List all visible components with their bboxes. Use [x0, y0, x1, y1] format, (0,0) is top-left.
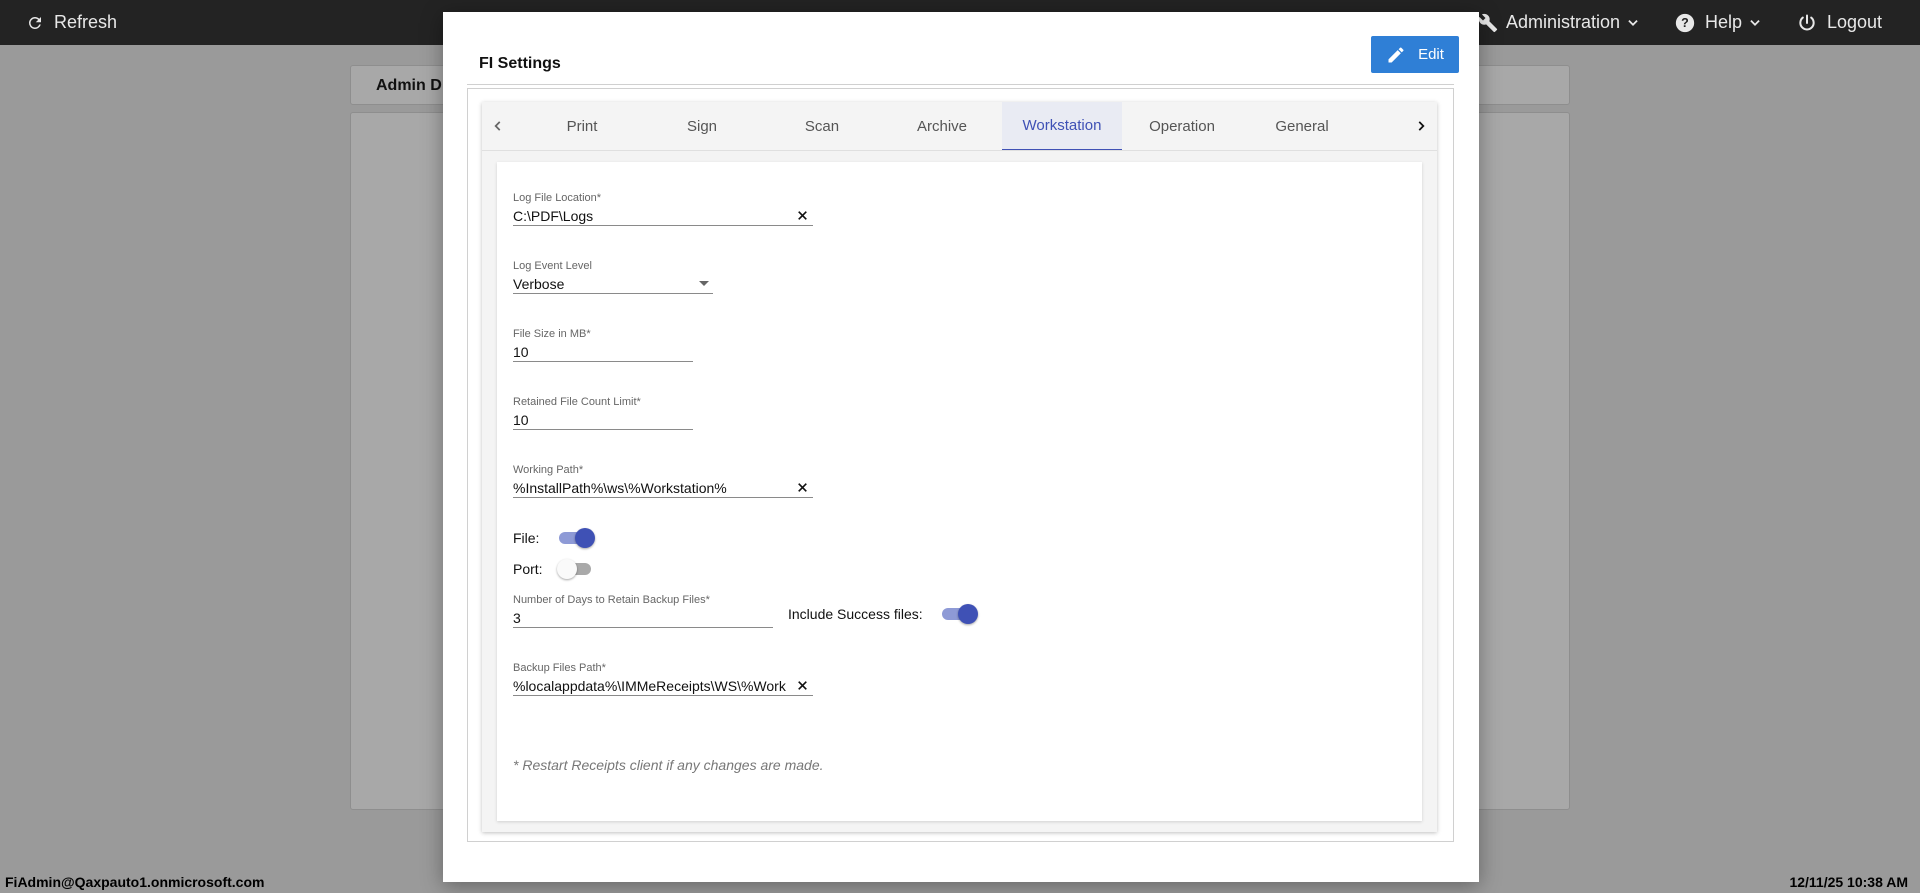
status-user: FiAdmin@Qaxpauto1.onmicrosoft.com	[5, 874, 265, 890]
switch-thumb	[958, 604, 978, 624]
field-label: Log Event Level	[513, 260, 592, 272]
administration-label: Administration	[1506, 12, 1621, 32]
refresh-button[interactable]: Refresh	[26, 0, 117, 45]
working-path-field: Working Path* %InstallPath%\ws\%Workstat…	[513, 464, 813, 498]
include-success-toggle-switch[interactable]	[940, 604, 978, 624]
field-label: Number of Days to Retain Backup Files*	[513, 594, 710, 606]
restart-note: * Restart Receipts client if any changes…	[513, 757, 824, 773]
clear-icon[interactable]	[796, 481, 809, 494]
log-event-level-field: Log Event Level Verbose	[513, 260, 713, 294]
tab-scroll-right-button[interactable]	[1405, 102, 1437, 150]
logout-label: Logout	[1827, 12, 1883, 32]
retain-days-input[interactable]: 3	[513, 608, 773, 628]
chevron-right-icon	[1418, 121, 1425, 131]
field-label: File Size in MB*	[513, 328, 591, 340]
tab-label: Sign	[686, 118, 718, 135]
retained-file-count-input[interactable]: 10	[513, 410, 693, 430]
field-label: Backup Files Path*	[513, 662, 606, 674]
logout-button[interactable]: Logout	[1797, 0, 1882, 45]
status-datetime: 12/11/25 10:38 AM	[1789, 874, 1908, 890]
settings-card: Print Sign Scan Archive Workstation Oper…	[467, 88, 1454, 842]
working-path-input[interactable]: %InstallPath%\ws\%Workstation%	[513, 478, 813, 498]
field-value: %InstallPath%\ws\%Workstation%	[513, 480, 727, 496]
tab-operation[interactable]: Operation	[1122, 102, 1242, 150]
tab-bar: Print Sign Scan Archive Workstation Oper…	[482, 102, 1437, 151]
log-file-location-field: Log File Location* C:\PDF\Logs	[513, 192, 813, 226]
field-value: %localappdata%\IMMeReceipts\WS\%Work	[513, 678, 786, 694]
field-value: 10	[513, 344, 529, 360]
tab-label: Scan	[804, 118, 840, 135]
refresh-label: Refresh	[54, 12, 118, 32]
port-toggle-switch[interactable]	[557, 559, 595, 579]
file-toggle-label: File:	[513, 530, 540, 546]
refresh-icon	[28, 16, 41, 29]
field-label: Log File Location*	[513, 192, 602, 204]
help-label: Help	[1705, 12, 1743, 32]
field-label: Working Path*	[513, 464, 584, 476]
chevron-left-icon	[494, 121, 501, 131]
file-toggle-row: File:	[513, 528, 595, 548]
tab-scan[interactable]: Scan	[762, 102, 882, 150]
include-success-toggle-row: Include Success files:	[788, 604, 978, 624]
administration-menu[interactable]: Administration	[1478, 0, 1640, 45]
help-circle-icon: ?	[1675, 13, 1695, 32]
pencil-icon	[1388, 46, 1404, 62]
switch-thumb	[575, 528, 595, 548]
fi-settings-dialog: FI Settings Edit Print Sign Scan Archive…	[443, 12, 1479, 882]
log-file-location-input[interactable]: C:\PDF\Logs	[513, 206, 813, 226]
field-value: 3	[513, 610, 521, 626]
tab-label: General	[1275, 118, 1329, 135]
page-title: Admin D	[376, 77, 442, 94]
include-success-label: Include Success files:	[788, 606, 923, 622]
port-toggle-label: Port:	[513, 561, 543, 577]
file-size-input[interactable]: 10	[513, 342, 693, 362]
field-value: 10	[513, 412, 529, 428]
backup-files-path-field: Backup Files Path* %localappdata%\IMMeRe…	[513, 662, 813, 696]
tab-workstation[interactable]: Workstation	[1002, 102, 1122, 150]
workstation-settings-form: Log File Location* C:\PDF\Logs Log Event…	[497, 162, 1422, 821]
field-label: Retained File Count Limit*	[513, 396, 641, 408]
tab-sign[interactable]: Sign	[642, 102, 762, 150]
dropdown-arrow-icon[interactable]	[699, 281, 709, 286]
tab-label: Print	[566, 118, 598, 135]
retained-file-count-field: Retained File Count Limit* 10	[513, 396, 693, 430]
backup-files-path-input[interactable]: %localappdata%\IMMeReceipts\WS\%Work	[513, 676, 813, 696]
clear-icon[interactable]	[796, 209, 809, 222]
dialog-title: FI Settings	[479, 55, 561, 72]
file-toggle-switch[interactable]	[557, 528, 595, 548]
chevron-down-icon	[1750, 19, 1760, 26]
file-size-field: File Size in MB* 10	[513, 328, 693, 362]
field-value: Verbose	[513, 276, 565, 292]
retain-days-field: Number of Days to Retain Backup Files* 3	[513, 594, 773, 628]
help-menu[interactable]: ? Help	[1675, 0, 1762, 45]
dialog-header: FI Settings	[467, 35, 1454, 85]
tab-label: Operation	[1149, 118, 1215, 135]
power-icon	[1799, 14, 1815, 30]
tab-archive[interactable]: Archive	[882, 102, 1002, 150]
log-event-level-select[interactable]: Verbose	[513, 274, 713, 294]
switch-thumb	[557, 559, 577, 579]
tab-scroll-left-button[interactable]	[482, 102, 514, 150]
edit-button[interactable]: Edit	[1371, 36, 1459, 73]
settings-tabs-container: Print Sign Scan Archive Workstation Oper…	[482, 102, 1437, 832]
port-toggle-row: Port:	[513, 559, 595, 579]
tab-print[interactable]: Print	[522, 102, 642, 150]
field-value: C:\PDF\Logs	[513, 208, 594, 224]
chevron-down-icon	[1628, 19, 1638, 26]
clear-icon[interactable]	[796, 679, 809, 692]
edit-label: Edit	[1418, 46, 1444, 63]
tab-general[interactable]: General	[1242, 102, 1362, 150]
tab-label: Archive	[916, 118, 968, 135]
tab-label: Workstation	[1022, 117, 1102, 134]
svg-text:?: ?	[1681, 16, 1689, 30]
wrench-icon	[1478, 13, 1498, 32]
